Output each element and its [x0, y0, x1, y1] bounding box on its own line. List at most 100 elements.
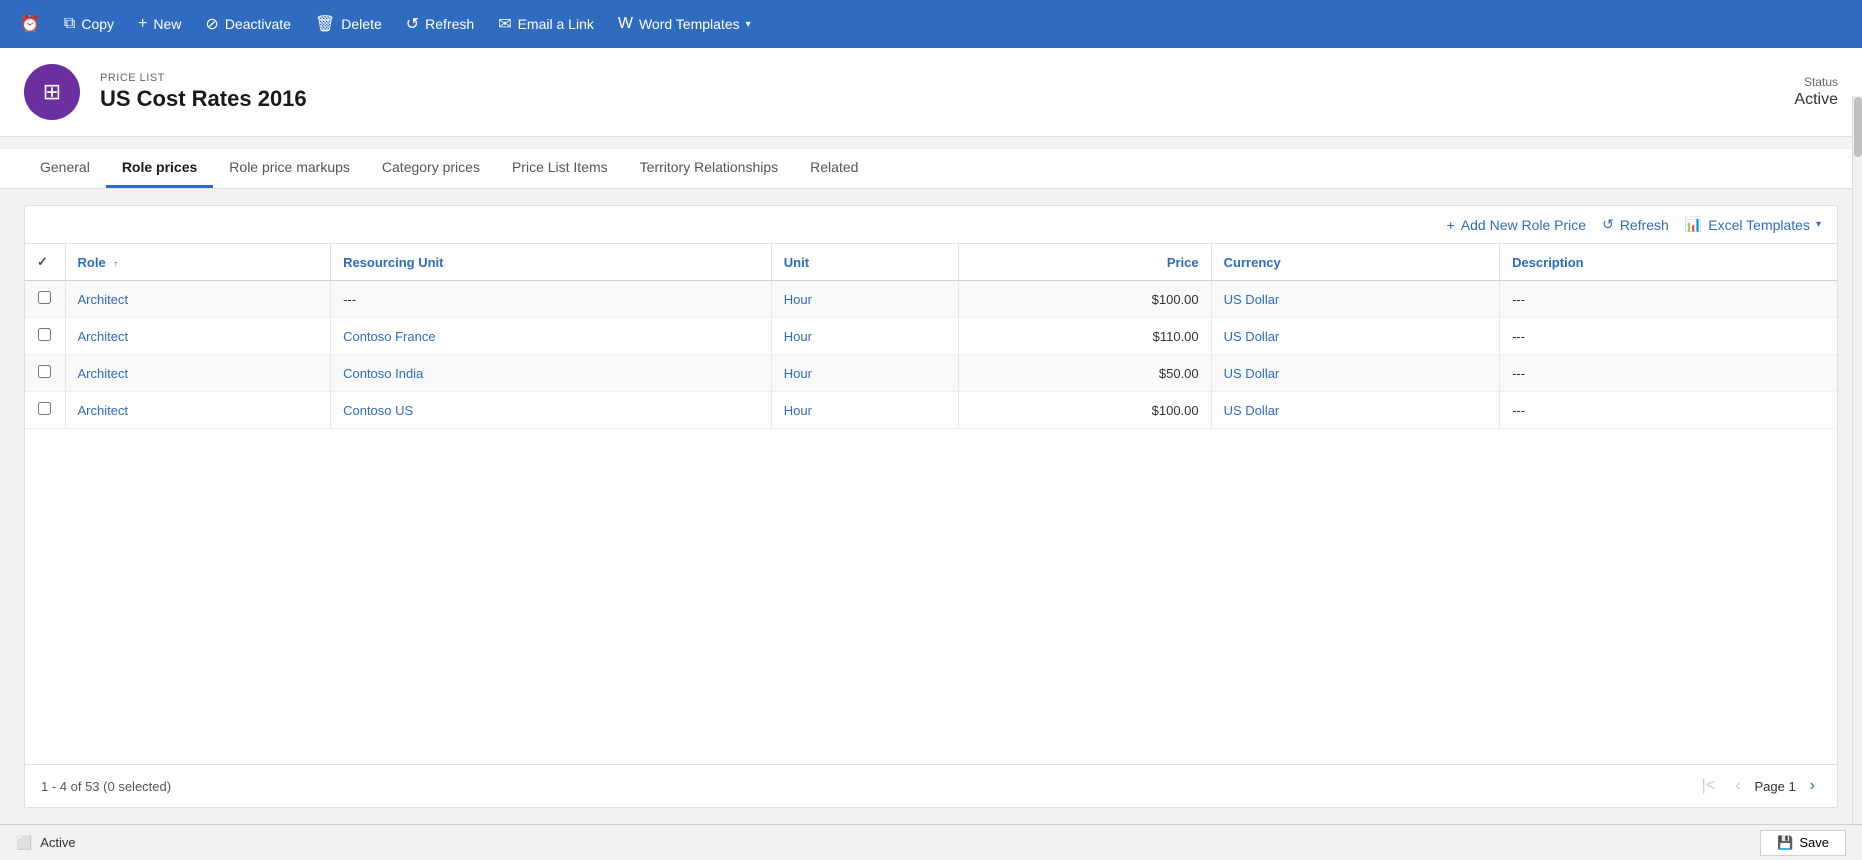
tab-category-prices[interactable]: Category prices [366, 149, 496, 188]
table-row[interactable]: Architect Contoso France Hour $110.00 US… [25, 318, 1837, 355]
tab-territory-relationships[interactable]: Territory Relationships [624, 149, 795, 188]
word-templates-button[interactable]: W Word Templates ▾ [606, 9, 763, 39]
tab-role-prices[interactable]: Role prices [106, 149, 213, 188]
refresh-button[interactable]: ↺ Refresh [394, 8, 486, 40]
select-all-header[interactable]: ✓ [25, 244, 65, 281]
resourcing-unit-column-header[interactable]: Resourcing Unit [331, 244, 772, 281]
save-icon: 💾 [1777, 835, 1793, 851]
description-cell: --- [1500, 318, 1837, 355]
new-button[interactable]: + New [126, 9, 193, 39]
unit-cell[interactable]: Hour [771, 355, 958, 392]
unit-cell[interactable]: Hour [771, 392, 958, 429]
delete-icon: 🗑 [315, 14, 335, 34]
unit-cell[interactable]: Hour [771, 281, 958, 318]
copy-button[interactable]: ⧉ Copy [52, 9, 126, 39]
description-cell: --- [1500, 392, 1837, 429]
avatar-icon: ⊞ [43, 79, 61, 105]
tab-general[interactable]: General [24, 149, 106, 188]
resourcing-unit-cell[interactable]: Contoso France [331, 318, 772, 355]
role-prices-table: ✓ Role ↑ Resourcing Unit Unit [25, 244, 1837, 429]
price-cell: $100.00 [958, 392, 1211, 429]
delete-button[interactable]: 🗑 Delete [303, 8, 394, 40]
tab-role-price-markups[interactable]: Role price markups [213, 149, 366, 188]
checkbox-input[interactable] [38, 328, 51, 341]
excel-templates-button[interactable]: 📊 Excel Templates ▾ [1685, 216, 1821, 233]
row-checkbox[interactable] [25, 318, 65, 355]
description-cell: --- [1500, 281, 1837, 318]
status-bar-value: Active [40, 835, 75, 850]
price-cell: $110.00 [958, 318, 1211, 355]
dropdown-chevron-icon: ▾ [746, 19, 751, 30]
tab-related[interactable]: Related [794, 149, 874, 188]
pagination-controls: |< ‹ Page 1 › [1696, 775, 1821, 797]
entity-status: Status Active [1794, 75, 1838, 109]
grid-refresh-icon: ↺ [1602, 216, 1614, 233]
row-checkbox[interactable] [25, 392, 65, 429]
page-label: Page 1 [1754, 779, 1795, 794]
prev-page-button[interactable]: ‹ [1729, 775, 1746, 797]
status-bar-left: ⬜ Active [16, 835, 76, 851]
currency-cell[interactable]: US Dollar [1211, 281, 1499, 318]
add-icon: + [1447, 217, 1455, 233]
role-column-header[interactable]: Role ↑ [65, 244, 331, 281]
entity-name: US Cost Rates 2016 [100, 86, 1774, 112]
nav-icon: ⏰ [20, 14, 40, 34]
description-cell: --- [1500, 355, 1837, 392]
grid-container: + Add New Role Price ↺ Refresh 📊 Excel T… [24, 205, 1838, 808]
add-new-role-price-button[interactable]: + Add New Role Price [1447, 217, 1586, 233]
entity-info: PRICE LIST US Cost Rates 2016 [100, 72, 1774, 112]
pagination: 1 - 4 of 53 (0 selected) |< ‹ Page 1 › [25, 764, 1837, 807]
main-content: + Add New Role Price ↺ Refresh 📊 Excel T… [0, 189, 1862, 824]
checkmark-icon: ✓ [37, 254, 48, 269]
word-icon: W [618, 15, 633, 33]
status-bar-icon: ⬜ [16, 835, 32, 851]
tab-price-list-items[interactable]: Price List Items [496, 149, 624, 188]
price-column-header[interactable]: Price [958, 244, 1211, 281]
role-cell[interactable]: Architect [65, 318, 331, 355]
scrollbar-thumb[interactable] [1854, 97, 1862, 157]
price-cell: $100.00 [958, 281, 1211, 318]
save-button[interactable]: 💾 Save [1760, 830, 1846, 856]
pagination-summary: 1 - 4 of 53 (0 selected) [41, 779, 171, 794]
unit-cell[interactable]: Hour [771, 318, 958, 355]
scrollbar-track[interactable] [1852, 96, 1862, 824]
avatar: ⊞ [24, 64, 80, 120]
currency-cell[interactable]: US Dollar [1211, 355, 1499, 392]
next-page-button[interactable]: › [1804, 775, 1821, 797]
excel-chevron-icon: ▾ [1816, 219, 1821, 230]
table-row[interactable]: Architect Contoso US Hour $100.00 US Dol… [25, 392, 1837, 429]
grid-toolbar: + Add New Role Price ↺ Refresh 📊 Excel T… [25, 206, 1837, 244]
nav-button[interactable]: ⏰ [8, 8, 52, 40]
checkbox-input[interactable] [38, 402, 51, 415]
role-cell[interactable]: Architect [65, 392, 331, 429]
table-wrapper[interactable]: ✓ Role ↑ Resourcing Unit Unit [25, 244, 1837, 764]
deactivate-icon: ⊘ [205, 14, 218, 34]
row-checkbox[interactable] [25, 355, 65, 392]
email-icon: ✉ [498, 14, 511, 34]
checkbox-input[interactable] [38, 365, 51, 378]
currency-cell[interactable]: US Dollar [1211, 392, 1499, 429]
email-link-button[interactable]: ✉ Email a Link [486, 8, 606, 40]
entity-type: PRICE LIST [100, 72, 1774, 84]
status-bar: ⬜ Active 💾 Save [0, 824, 1862, 860]
table-row[interactable]: Architect --- Hour $100.00 US Dollar --- [25, 281, 1837, 318]
sort-icon: ↑ [113, 259, 118, 270]
copy-icon: ⧉ [64, 15, 75, 33]
status-label: Status [1794, 75, 1838, 89]
unit-column-header[interactable]: Unit [771, 244, 958, 281]
table-row[interactable]: Architect Contoso India Hour $50.00 US D… [25, 355, 1837, 392]
role-cell[interactable]: Architect [65, 355, 331, 392]
currency-cell[interactable]: US Dollar [1211, 318, 1499, 355]
entity-header: ⊞ PRICE LIST US Cost Rates 2016 Status A… [0, 48, 1862, 137]
resourcing-unit-cell[interactable]: Contoso India [331, 355, 772, 392]
checkbox-input[interactable] [38, 291, 51, 304]
resourcing-unit-cell[interactable]: --- [331, 281, 772, 318]
resourcing-unit-cell[interactable]: Contoso US [331, 392, 772, 429]
deactivate-button[interactable]: ⊘ Deactivate [193, 8, 303, 40]
role-cell[interactable]: Architect [65, 281, 331, 318]
row-checkbox[interactable] [25, 281, 65, 318]
first-page-button[interactable]: |< [1696, 775, 1722, 797]
grid-refresh-button[interactable]: ↺ Refresh [1602, 216, 1669, 233]
currency-column-header[interactable]: Currency [1211, 244, 1499, 281]
description-column-header[interactable]: Description [1500, 244, 1837, 281]
